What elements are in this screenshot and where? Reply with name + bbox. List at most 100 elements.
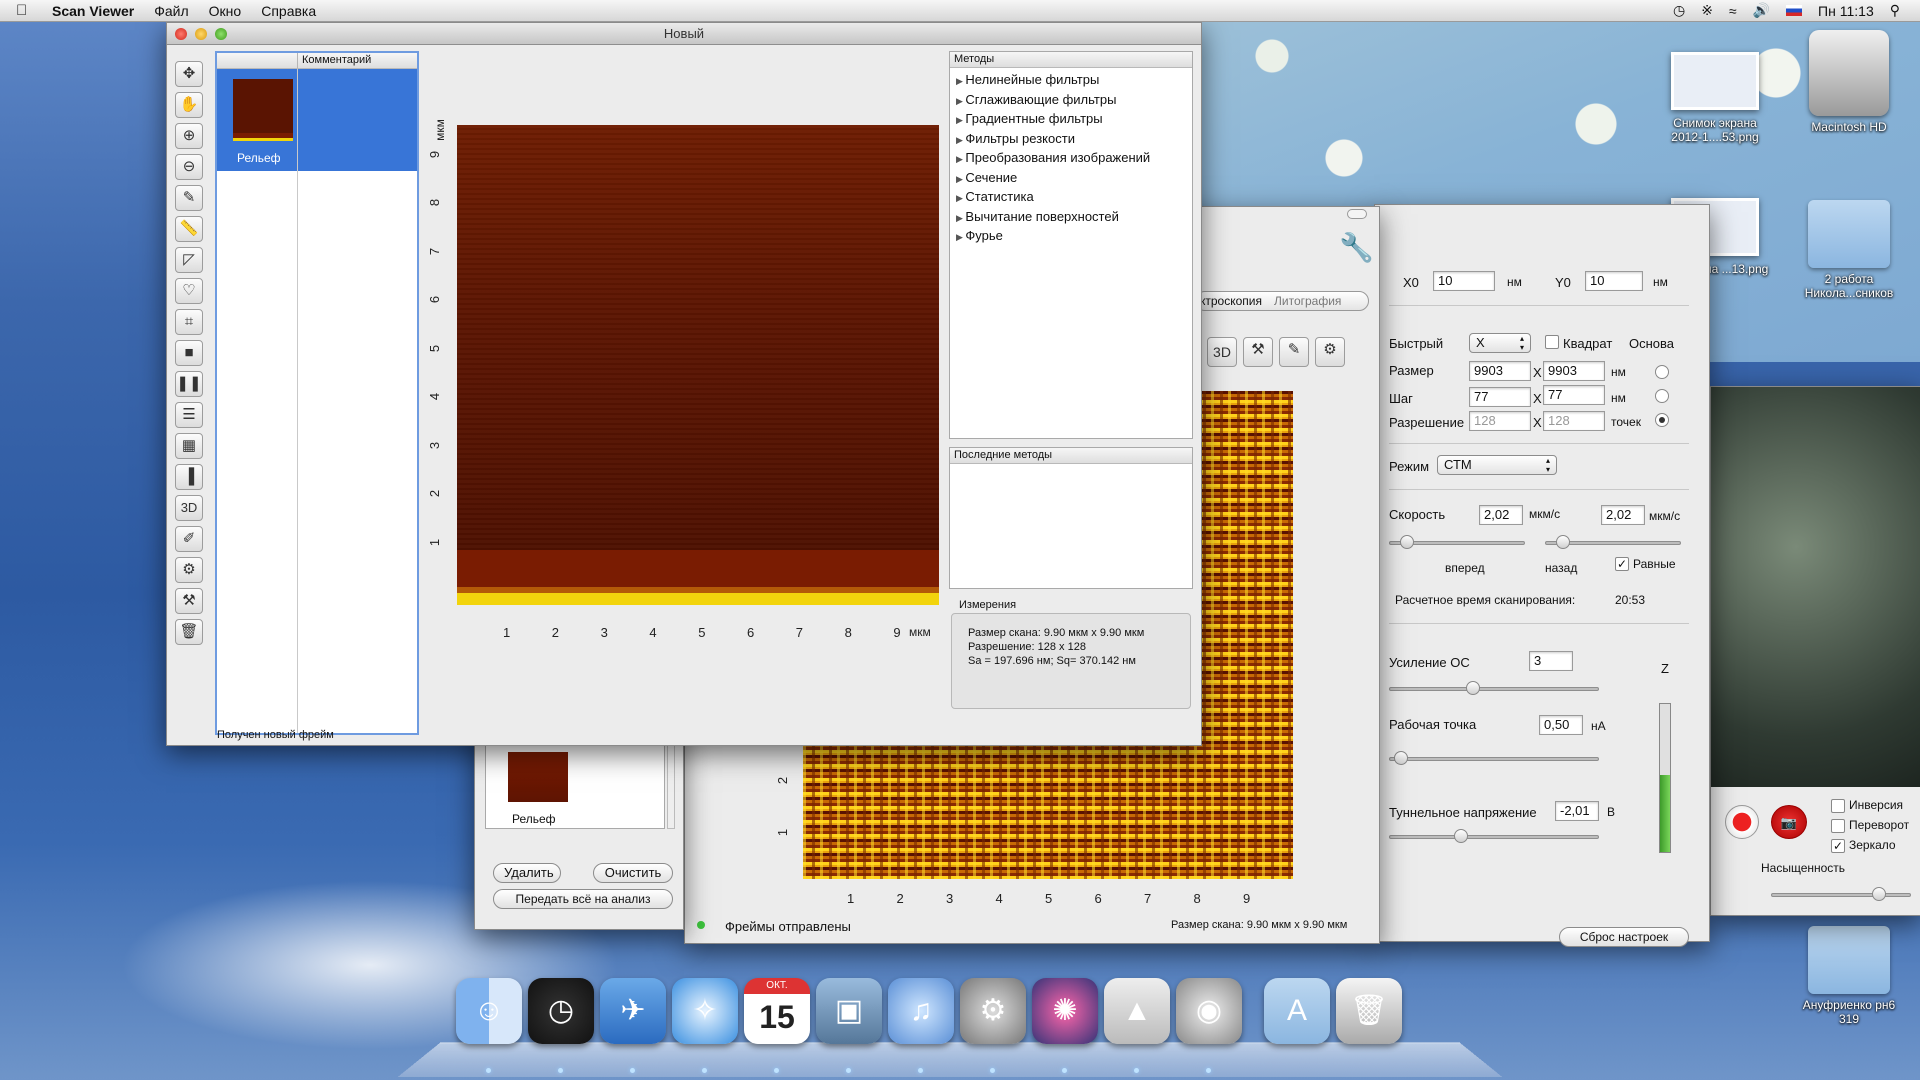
desktop-icon-screenshot-1[interactable]: Снимок экрана 2012-1....53.png bbox=[1660, 52, 1770, 144]
itunes-icon[interactable]: ♫ bbox=[888, 978, 954, 1044]
speed-forward-slider[interactable] bbox=[1389, 535, 1525, 549]
step-x-field[interactable]: 77 bbox=[1469, 387, 1531, 407]
disclosure-triangle-icon[interactable]: ▶ bbox=[956, 115, 965, 125]
disclosure-triangle-icon[interactable]: ▶ bbox=[956, 174, 965, 184]
trash-icon[interactable]: 🗑 bbox=[1336, 978, 1402, 1044]
size-x-field[interactable]: 9903 bbox=[1469, 361, 1531, 381]
safari-icon[interactable]: ✧ bbox=[672, 978, 738, 1044]
disclosure-triangle-icon[interactable]: ▶ bbox=[956, 154, 965, 164]
speed-forward-field[interactable]: 2,02 bbox=[1479, 505, 1523, 525]
mode-select[interactable]: СТМ bbox=[1437, 455, 1557, 475]
method-item[interactable]: ▶ Градиентные фильтры bbox=[956, 111, 1103, 126]
angle-tool[interactable]: ◸ bbox=[175, 247, 203, 273]
trash-tool[interactable]: 🗑 bbox=[175, 619, 203, 645]
paint-tool[interactable]: ✐ bbox=[175, 526, 203, 552]
inversion-checkbox[interactable] bbox=[1831, 799, 1845, 813]
menu-help[interactable]: Справка bbox=[261, 3, 316, 19]
bluetooth-icon[interactable]: ※ bbox=[1701, 2, 1713, 19]
finder-icon[interactable]: ☺ bbox=[456, 978, 522, 1044]
pipette-tool[interactable]: ✎ bbox=[175, 185, 203, 211]
webcam-icon[interactable]: ◉ bbox=[1176, 978, 1242, 1044]
resolution-x-field[interactable]: 128 bbox=[1469, 411, 1531, 431]
delete-button[interactable]: Удалить bbox=[493, 863, 561, 883]
view-3d-button[interactable]: 3D bbox=[1207, 337, 1237, 367]
volume-icon[interactable]: 🔊 bbox=[1753, 2, 1770, 19]
record-button[interactable] bbox=[1725, 805, 1759, 839]
disclosure-triangle-icon[interactable]: ▶ bbox=[956, 193, 965, 203]
applications-folder-icon[interactable]: A bbox=[1264, 978, 1330, 1044]
gear-tool-button[interactable]: ⚙ bbox=[1315, 337, 1345, 367]
method-item[interactable]: ▶ Сглаживающие фильтры bbox=[956, 92, 1116, 107]
method-item[interactable]: ▶ Вычитание поверхностей bbox=[956, 209, 1119, 224]
paint-tool-button[interactable]: ✎ bbox=[1279, 337, 1309, 367]
scan-app-icon[interactable]: ✺ bbox=[1032, 978, 1098, 1044]
menu-file[interactable]: Файл bbox=[154, 3, 188, 19]
send-all-button[interactable]: Передать всё на анализ bbox=[493, 889, 673, 909]
desktop-icon-folder-anufrienko[interactable]: Ануфриенко рн6 319 bbox=[1794, 926, 1904, 1026]
apple-icon[interactable]:  bbox=[16, 2, 38, 19]
speed-back-field[interactable]: 2,02 bbox=[1601, 505, 1645, 525]
zoom-button[interactable] bbox=[215, 28, 227, 40]
tab-lithography[interactable]: Литография bbox=[1274, 292, 1341, 310]
zoom-out-tool[interactable]: ⊖ bbox=[175, 154, 203, 180]
spotlight-icon[interactable]: ⚲ bbox=[1890, 2, 1900, 19]
gain-field[interactable]: 3 bbox=[1529, 651, 1573, 671]
y0-field[interactable]: 10 bbox=[1585, 271, 1643, 291]
method-item[interactable]: ▶ Нелинейные фильтры bbox=[956, 72, 1099, 87]
flip-checkbox[interactable] bbox=[1831, 819, 1845, 833]
gain-slider[interactable] bbox=[1389, 681, 1599, 695]
disclosure-triangle-icon[interactable]: ▶ bbox=[956, 232, 965, 242]
menu-clock[interactable]: Пн 11:13 bbox=[1818, 3, 1874, 19]
photo-icon[interactable]: ▣ bbox=[816, 978, 882, 1044]
size-y-field[interactable]: 9903 bbox=[1543, 361, 1605, 381]
pause-tool[interactable]: ❚❚ bbox=[175, 371, 203, 397]
rows-tool[interactable]: ☰ bbox=[175, 402, 203, 428]
resolution-basis-radio[interactable] bbox=[1655, 413, 1669, 427]
resolution-y-field[interactable]: 128 bbox=[1543, 411, 1605, 431]
palette-tool[interactable]: ▐ bbox=[175, 464, 203, 490]
comment-column-header[interactable]: Комментарий bbox=[297, 53, 371, 68]
method-item[interactable]: ▶ Преобразования изображений bbox=[956, 150, 1150, 165]
disclosure-triangle-icon[interactable]: ▶ bbox=[956, 135, 965, 145]
zoom-in-tool[interactable]: ⊕ bbox=[175, 123, 203, 149]
step-y-field[interactable]: 77 bbox=[1543, 385, 1605, 405]
x0-field[interactable]: 10 bbox=[1433, 271, 1495, 291]
wifi-icon[interactable]: ≈ bbox=[1729, 3, 1737, 19]
wrench-tool[interactable]: ⚒ bbox=[175, 588, 203, 614]
view-3d-button[interactable]: 3D bbox=[175, 495, 203, 521]
work-point-field[interactable]: 0,50 bbox=[1539, 715, 1583, 735]
calendar-icon[interactable]: ОКТ. 15 bbox=[744, 978, 810, 1044]
wrench-tool-button[interactable]: ⚒ bbox=[1243, 337, 1273, 367]
mail-icon[interactable]: ✈ bbox=[600, 978, 666, 1044]
dashboard-icon[interactable]: ◷ bbox=[528, 978, 594, 1044]
disclosure-triangle-icon[interactable]: ▶ bbox=[956, 76, 965, 86]
camera-snapshot-button[interactable]: 📷 bbox=[1771, 805, 1807, 839]
frame-thumbnail[interactable] bbox=[508, 752, 568, 802]
speed-back-slider[interactable] bbox=[1545, 535, 1681, 549]
saturation-slider[interactable] bbox=[1771, 887, 1911, 901]
desktop-icon-folder-work[interactable]: 2 работа Никола...сников bbox=[1794, 200, 1904, 300]
input-flag-icon[interactable] bbox=[1786, 5, 1803, 16]
method-item[interactable]: ▶ Фурье bbox=[956, 228, 1003, 243]
reset-settings-button[interactable]: Сброс настроек bbox=[1559, 927, 1689, 947]
clear-button[interactable]: Очистить bbox=[593, 863, 673, 883]
frame-row-selected[interactable]: Рельеф bbox=[217, 69, 417, 171]
work-point-slider[interactable] bbox=[1389, 751, 1599, 765]
ruler-tool[interactable]: 📏 bbox=[175, 216, 203, 242]
stop-tool[interactable]: ■ bbox=[175, 340, 203, 366]
tunnel-voltage-slider[interactable] bbox=[1389, 829, 1599, 843]
hand-tool[interactable]: ✋ bbox=[175, 92, 203, 118]
menu-window[interactable]: Окно bbox=[209, 3, 242, 19]
time-machine-icon[interactable]: ◷ bbox=[1673, 2, 1685, 19]
disclosure-triangle-icon[interactable]: ▶ bbox=[956, 213, 965, 223]
grid-tool[interactable]: ▦ bbox=[175, 433, 203, 459]
menu-app-name[interactable]: Scan Viewer bbox=[52, 3, 134, 19]
tools-icon[interactable]: 🔧 bbox=[1339, 231, 1374, 264]
mask-tool[interactable]: ♡ bbox=[175, 278, 203, 304]
topography-image[interactable] bbox=[457, 125, 939, 605]
size-basis-radio[interactable] bbox=[1655, 365, 1669, 379]
pyramid-app-icon[interactable]: ▲ bbox=[1104, 978, 1170, 1044]
minimize-button[interactable] bbox=[195, 28, 207, 40]
step-basis-radio[interactable] bbox=[1655, 389, 1669, 403]
desktop-icon-macintosh-hd[interactable]: Macintosh HD bbox=[1794, 30, 1904, 134]
